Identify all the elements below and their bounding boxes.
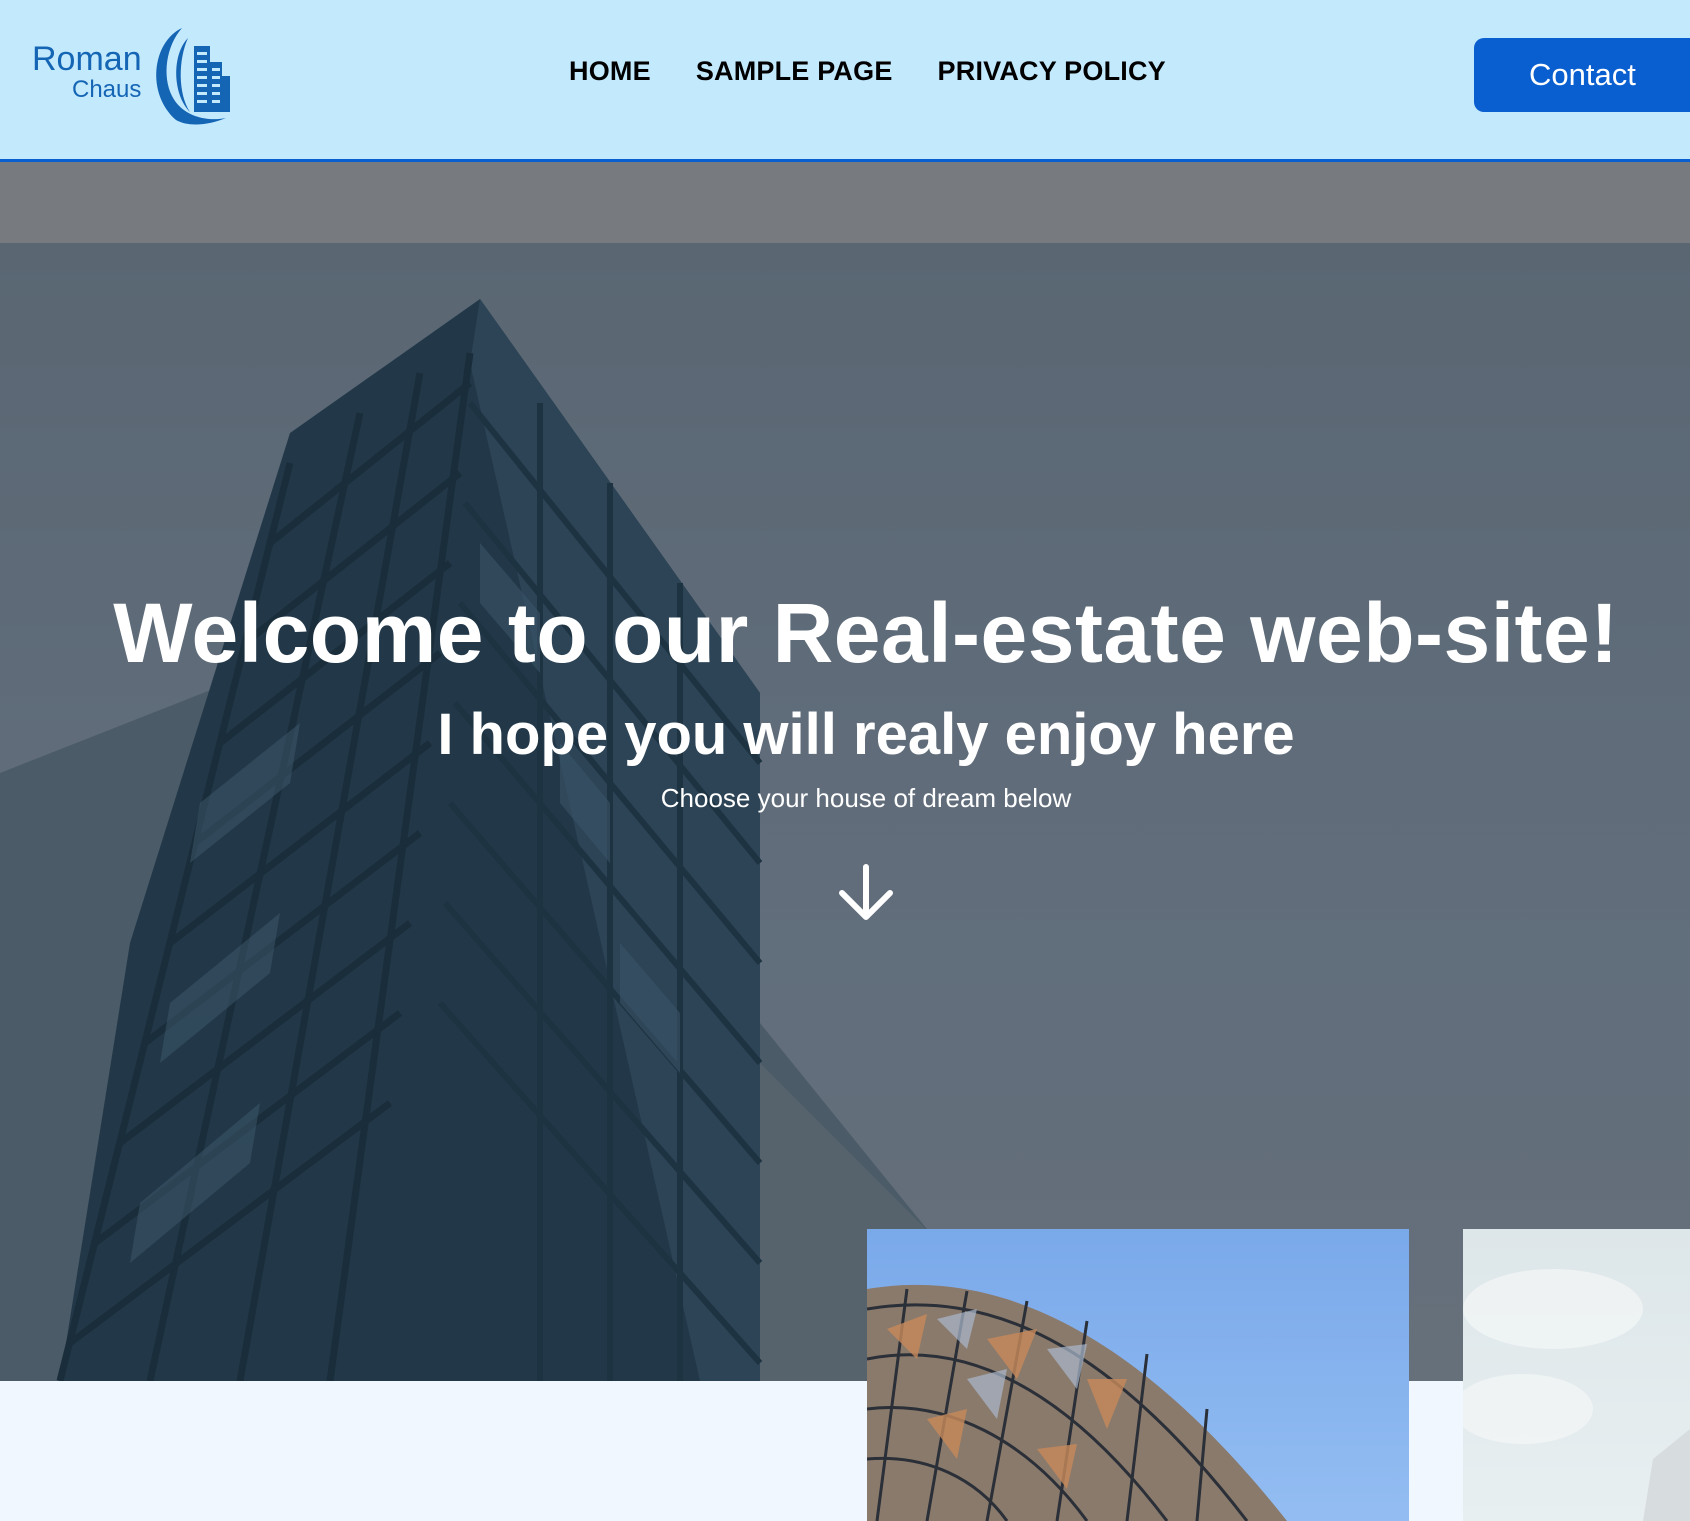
dome-photo [867, 1284, 1287, 1521]
hero-caption: Choose your house of dream below [660, 783, 1072, 813]
building-logo-icon [156, 28, 230, 125]
second-property-photo [1463, 1269, 1690, 1521]
header-spacer [0, 162, 1690, 243]
nav-privacy-policy[interactable]: PRIVACY POLICY [938, 56, 1166, 87]
logo[interactable]: Roman Chaus [30, 24, 240, 128]
logo-text-chaus: Chaus [72, 76, 142, 103]
main-nav: HOME SAMPLE PAGE PRIVACY POLICY [569, 56, 1166, 87]
hero-subtitle: I hope you will realy enjoy here [437, 702, 1295, 767]
nav-sample-page[interactable]: SAMPLE PAGE [696, 56, 893, 87]
contact-button[interactable]: Contact [1474, 38, 1690, 112]
property-card-image-dome[interactable] [867, 1229, 1409, 1521]
hero-title: Welcome to our Real-estate web-site! [113, 586, 1619, 680]
property-card-image-second[interactable] [1463, 1229, 1690, 1521]
hero-section: Welcome to our Real-estate web-site! I h… [0, 243, 1690, 1381]
logo-text-roman: Roman [32, 40, 142, 78]
arrow-down-icon[interactable] [836, 863, 896, 923]
site-header: Roman Chaus HOME SAMPLE PAGE PRIVACY POL… [0, 0, 1690, 162]
nav-home[interactable]: HOME [569, 56, 651, 87]
